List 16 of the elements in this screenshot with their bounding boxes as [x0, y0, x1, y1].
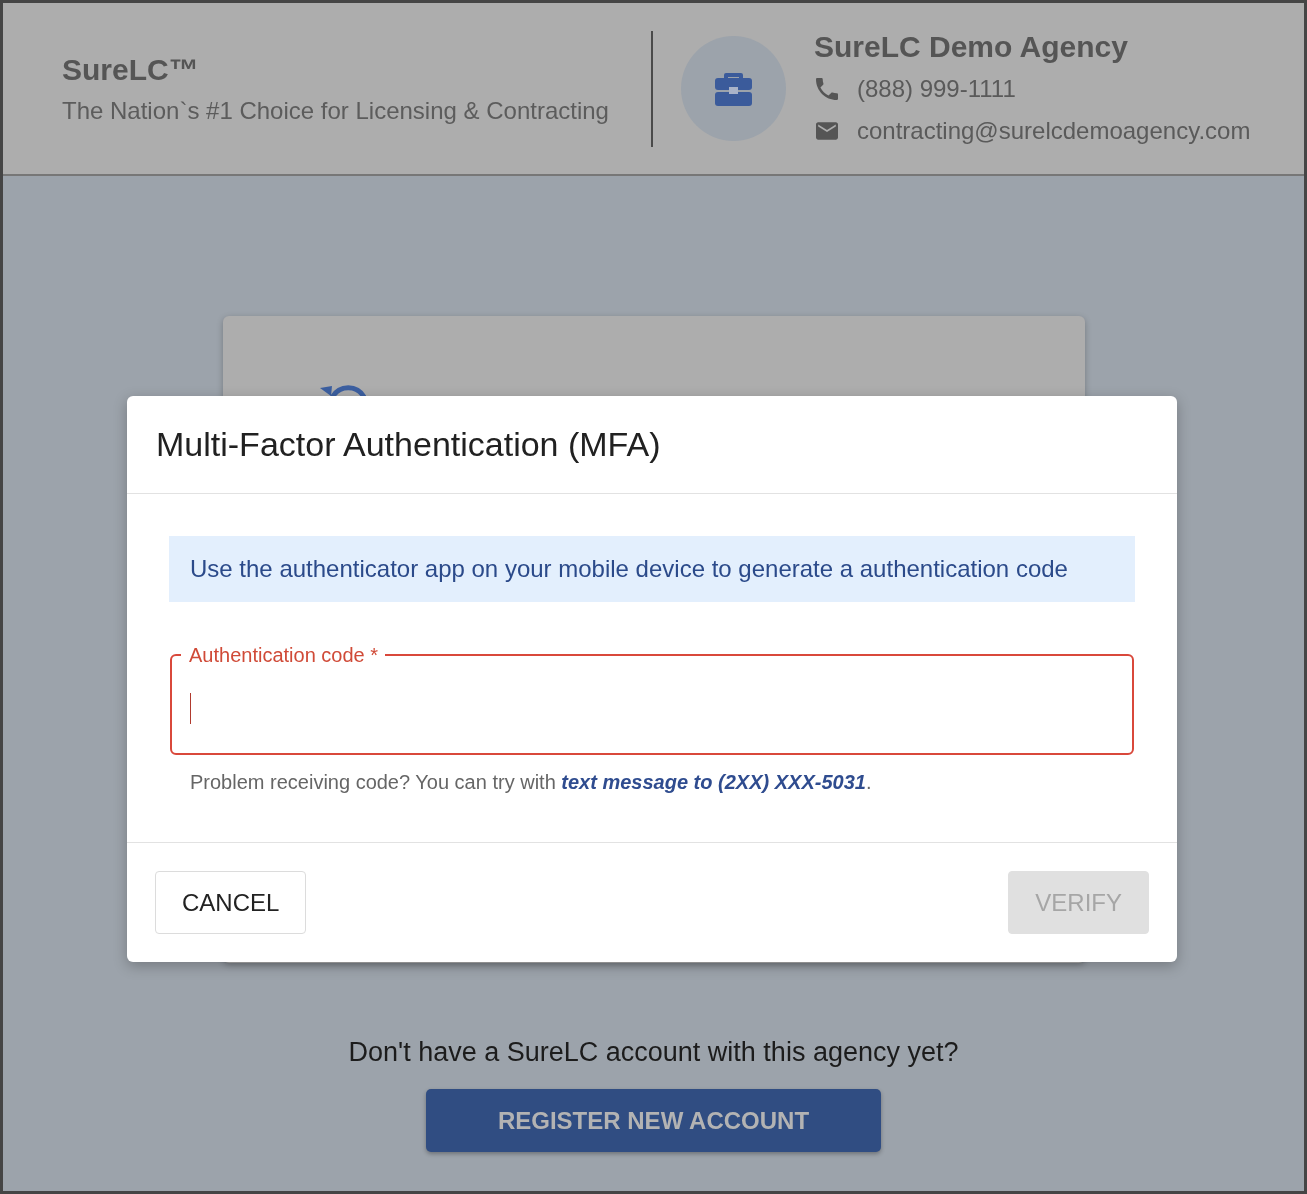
- brand-tagline: The Nation`s #1 Choice for Licensing & Contracting: [62, 96, 609, 125]
- phone-icon: [815, 77, 838, 100]
- envelope-icon: [815, 119, 838, 142]
- register-button[interactable]: REGISTER NEW ACCOUNT: [426, 1089, 881, 1152]
- brand-name: SureLC™: [62, 52, 200, 88]
- register-prompt: Don't have a SureLC account with this agency yet?: [347, 1036, 960, 1068]
- agency-name: SureLC Demo Agency: [813, 28, 1129, 65]
- email-address: contracting@surelcdemoagency.com: [856, 115, 1251, 146]
- cancel-button[interactable]: CANCEL: [155, 871, 307, 934]
- text-message-link[interactable]: text message to (2XX) XXX-5031: [561, 771, 866, 793]
- dialog-title: Multi-Factor Authentication (MFA): [156, 424, 662, 465]
- phone-number: (888) 999-1111: [856, 73, 1016, 104]
- circular-arrow-icon: [319, 385, 368, 396]
- info-message: Use the authenticator app on your mobile device to generate a authentication code: [169, 536, 1135, 602]
- briefcase-icon: [680, 36, 786, 141]
- help-text: Problem receiving code? You can try with text message to (2XX) XXX-5031.: [190, 770, 873, 794]
